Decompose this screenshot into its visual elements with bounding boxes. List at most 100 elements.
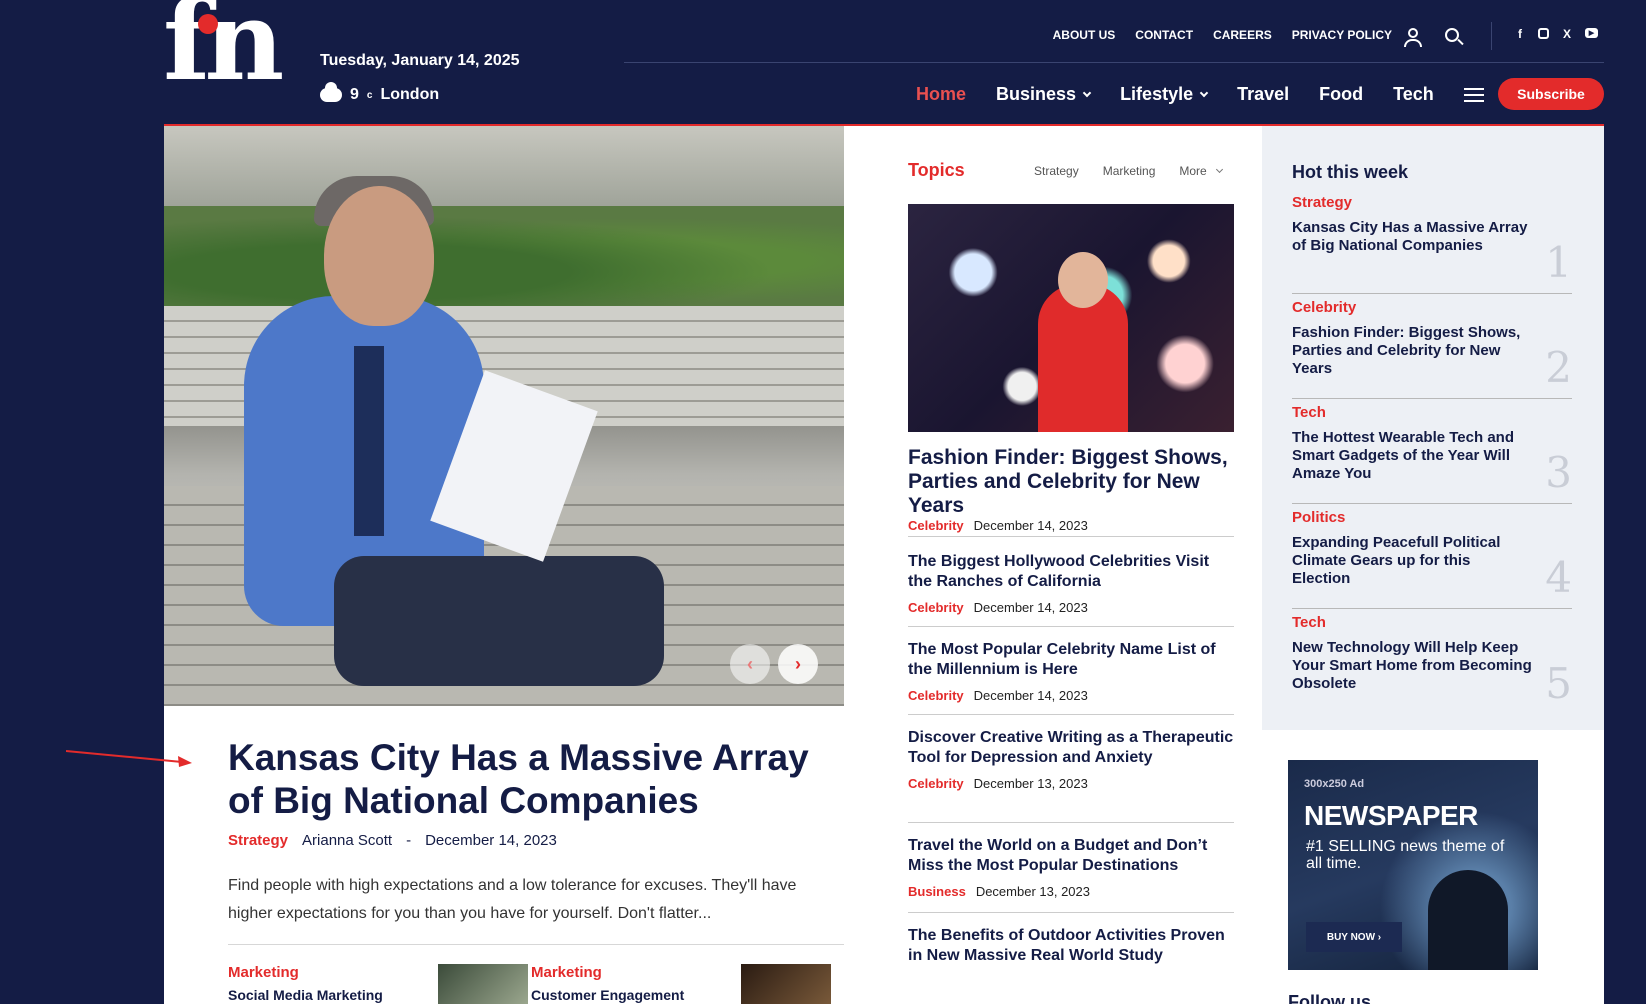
hot-item-category[interactable]: Tech [1292,404,1572,421]
article-category[interactable]: Celebrity [908,688,964,703]
ad-tagline: #1 SELLING news theme of all time. [1306,838,1505,872]
hot-item-title[interactable]: Kansas City Has a Massive Array of Big N… [1292,219,1532,255]
article-title[interactable]: Discover Creative Writing as a Therapeut… [908,728,1234,768]
top-links: ABOUT US CONTACT CAREERS PRIVACY POLICY [1053,28,1392,42]
careers-link[interactable]: CAREERS [1213,28,1272,42]
mini-article[interactable]: Marketing Customer Engagement [531,964,831,1004]
tab-strategy[interactable]: Strategy [1034,164,1079,178]
article-date: December 13, 2023 [973,776,1088,791]
chevron-down-icon [1082,88,1092,97]
featured-date: December 14, 2023 [973,518,1088,533]
hot-this-week-panel: Hot this week Strategy Kansas City Has a… [1262,126,1604,730]
featured-meta: Celebrity December 14, 2023 [908,510,1234,533]
hero-author[interactable]: Arianna Scott [302,832,392,849]
hero-image-man-legs [334,556,664,686]
nav-food-label: Food [1319,84,1364,104]
hot-item-title[interactable]: New Technology Will Help Keep Your Smart… [1292,639,1532,693]
nav-lifestyle[interactable]: Lifestyle [1120,84,1209,105]
main-content: ‹ › Kansas City Has a Massive Array of B… [164,124,1604,1004]
contact-link[interactable]: CONTACT [1135,28,1193,42]
hero-image[interactable]: ‹ › [164,126,844,706]
list-item[interactable]: Discover Creative Writing as a Therapeut… [908,728,1234,791]
hot-item-title[interactable]: Fashion Finder: Biggest Shows, Parties a… [1292,324,1532,378]
ad-banner[interactable]: 300x250 Ad NEWSPAPER #1 SELLING news the… [1288,760,1538,970]
hero-image-man-tie [354,346,384,536]
hot-item-category[interactable]: Strategy [1292,194,1572,211]
nav-business-label: Business [996,84,1077,104]
hero-excerpt: Find people with high expectations and a… [228,877,797,922]
weather-city: London [380,86,440,103]
site-logo[interactable]: fn [163,0,293,108]
slider-prev-button[interactable]: ‹ [730,644,770,684]
slider-next-button[interactable]: › [778,644,818,684]
nav-home-label: Home [916,84,967,104]
hot-item[interactable]: Tech The Hottest Wearable Tech and Smart… [1292,404,1572,504]
hot-item-title[interactable]: The Hottest Wearable Tech and Smart Gadg… [1292,429,1532,483]
hot-item-category[interactable]: Politics [1292,509,1572,526]
mini-article[interactable]: Marketing Social Media Marketing [228,964,528,1004]
list-item[interactable]: The Benefits of Outdoor Activities Prove… [908,926,1234,1004]
nav-travel[interactable]: Travel [1237,84,1289,105]
article-title[interactable]: The Most Popular Celebrity Name List of … [908,640,1234,680]
facebook-icon[interactable]: f [1514,27,1526,41]
main-nav: Home Business Lifestyle Travel Food Tech [916,84,1484,105]
article-category[interactable]: Business [908,884,966,899]
hamburger-menu-icon[interactable] [1463,87,1484,102]
youtube-icon[interactable]: ▶ [1585,28,1598,38]
hot-item-rank: 2 [1545,343,1572,392]
nav-lifestyle-label: Lifestyle [1120,84,1194,104]
weather-widget: 9c London [320,82,440,104]
nav-food[interactable]: Food [1319,84,1363,105]
hot-item-category[interactable]: Celebrity [1292,299,1572,316]
featured-image-head [1058,252,1108,308]
hero-title[interactable]: Kansas City Has a Massive Array of Big N… [228,736,844,822]
hero-category[interactable]: Strategy [228,832,288,849]
hero-meta: Strategy Arianna Scott - December 14, 20… [228,832,557,849]
article-divider [908,912,1234,913]
hot-item-title[interactable]: Expanding Peacefull Political Climate Ge… [1292,534,1532,588]
article-title[interactable]: The Biggest Hollywood Celebrities Visit … [908,552,1234,592]
mini-article-thumbnail[interactable] [438,964,528,1004]
hot-item[interactable]: Strategy Kansas City Has a Massive Array… [1292,194,1572,294]
featured-category[interactable]: Celebrity [908,518,964,533]
subscribe-button[interactable]: Subscribe [1498,78,1604,110]
article-title[interactable]: The Benefits of Outdoor Activities Prove… [908,926,1234,966]
x-twitter-icon[interactable]: X [1561,27,1573,41]
list-item[interactable]: The Most Popular Celebrity Name List of … [908,640,1234,703]
article-title[interactable]: Travel the World on a Budget and Don’t M… [908,836,1234,876]
hero-date: December 14, 2023 [425,832,557,849]
nav-home[interactable]: Home [916,84,966,105]
hot-item-rank: 1 [1545,238,1572,287]
hot-item[interactable]: Politics Expanding Peacefull Political C… [1292,509,1572,609]
hot-item-rank: 5 [1545,659,1572,708]
hot-item-category[interactable]: Tech [1292,614,1572,631]
nav-business[interactable]: Business [996,84,1092,105]
nav-tech-label: Tech [1393,84,1434,104]
featured-title[interactable]: Fashion Finder: Biggest Shows, Parties a… [908,446,1234,518]
privacy-policy-link[interactable]: PRIVACY POLICY [1292,28,1392,42]
hot-item[interactable]: Celebrity Fashion Finder: Biggest Shows,… [1292,299,1572,399]
featured-image[interactable] [908,204,1234,432]
hero-divider [228,944,844,945]
instagram-icon[interactable] [1538,28,1549,39]
search-icon[interactable] [1443,26,1465,48]
tab-more[interactable]: More [1179,164,1223,178]
mini-article-thumbnail[interactable] [741,964,831,1004]
list-item[interactable]: The Biggest Hollywood Celebrities Visit … [908,552,1234,615]
cloud-icon [320,82,342,102]
article-category[interactable]: Celebrity [908,600,964,615]
article-date: December 13, 2023 [975,884,1090,899]
hot-item-rank: 3 [1545,448,1572,497]
buy-now-button[interactable]: BUY NOW › [1306,922,1402,952]
nav-tech[interactable]: Tech [1393,84,1434,105]
list-item[interactable]: Travel the World on a Budget and Don’t M… [908,836,1234,899]
tab-marketing[interactable]: Marketing [1103,164,1156,178]
hot-item-rank: 4 [1545,553,1572,602]
weather-unit: c [366,89,373,101]
nav-travel-label: Travel [1237,84,1290,104]
about-us-link[interactable]: ABOUT US [1053,28,1116,42]
article-category[interactable]: Celebrity [908,776,964,791]
hot-item[interactable]: Tech New Technology Will Help Keep Your … [1292,614,1572,714]
meta-dash: - [406,832,412,849]
user-icon[interactable] [1402,26,1424,48]
